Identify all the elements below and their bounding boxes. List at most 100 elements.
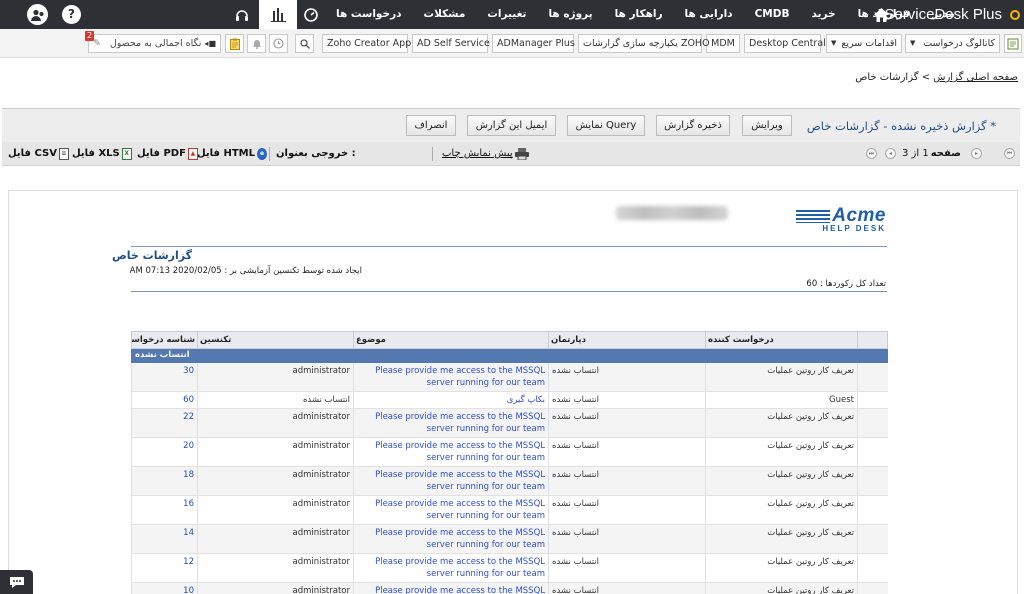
edit-button[interactable]: ویرایش xyxy=(742,115,792,136)
nav-assets[interactable]: دارایی ها xyxy=(674,0,744,29)
cell-blank xyxy=(857,495,888,525)
cell-subject[interactable]: Please provide me access to the MSSQL se… xyxy=(353,362,549,392)
table-row[interactable]: 30 administrator Please provide me access … xyxy=(131,362,888,392)
cell-department: انتساب نشده xyxy=(548,495,706,525)
table-row[interactable]: 14 administrator Please provide me access … xyxy=(131,524,888,554)
cell-subject[interactable]: Please provide me access to the MSSQL se… xyxy=(353,553,549,583)
next-page-icon[interactable]: ▸ xyxy=(971,148,982,159)
last-page-icon[interactable]: ⏭ xyxy=(866,148,877,159)
cell-department-text: انتساب نشده xyxy=(552,470,600,480)
export-pdf-button[interactable]: فایل PDF ▲ xyxy=(137,146,198,162)
ad-self-service-button[interactable]: AD Self Service xyxy=(412,34,490,53)
cell-department-text: انتساب نشده xyxy=(552,557,600,567)
cell-subject[interactable]: Please provide me access to the MSSQL se… xyxy=(353,437,549,467)
cell-department: انتساب نشده xyxy=(548,437,706,467)
quick-actions-label: اقدامات سریع xyxy=(841,38,897,49)
column-header-request-id[interactable]: شناسه درخواست xyxy=(131,331,198,349)
cell-request-id[interactable]: 12 xyxy=(131,553,198,583)
cell-technician: administrator xyxy=(197,466,354,496)
help-icon[interactable]: ? xyxy=(62,5,81,24)
print-preview-link[interactable]: پیش نمایش چاپ xyxy=(442,146,529,162)
product-overview-field[interactable]: ■◂ نگاه اجمالی به محصول ✎ xyxy=(88,34,221,53)
mdm-button[interactable]: MDM xyxy=(706,34,740,53)
table-row[interactable]: 12 administrator Please provide me access … xyxy=(131,553,888,583)
headset-icon[interactable] xyxy=(228,0,256,29)
cell-subject-text: Please provide me access to the MSSQL se… xyxy=(375,441,545,463)
column-header-technician[interactable]: تکنسین xyxy=(197,331,354,349)
save-report-button[interactable]: ذخیره گزارش xyxy=(656,115,730,136)
export-csv-button[interactable]: فایل CSV ≡ xyxy=(8,146,69,162)
cell-subject[interactable]: Please provide me access to the MSSQL se… xyxy=(353,582,549,594)
nav-changes[interactable]: تغییرات xyxy=(476,0,537,29)
nav-admin[interactable]: مدیر xyxy=(921,0,966,29)
video-camera-icon: ■◂ xyxy=(204,39,216,48)
cell-requester-text: Guest xyxy=(829,395,854,405)
cell-requester-text: تعریف کار روتین عملیات xyxy=(767,366,854,376)
search-icon[interactable] xyxy=(295,34,314,53)
first-page-icon[interactable]: ⏮ xyxy=(1004,148,1015,159)
clipboard-icon[interactable] xyxy=(225,34,244,53)
show-query-button[interactable]: نمایش Query xyxy=(567,115,645,136)
cell-request-id[interactable]: 30 xyxy=(131,362,198,392)
nav-projects[interactable]: پروژه ها xyxy=(537,0,603,29)
cell-blank xyxy=(857,362,888,392)
table-row[interactable]: 22 administrator Please provide me access … xyxy=(131,408,888,438)
cell-subject[interactable]: Please provide me access to the MSSQL se… xyxy=(353,466,549,496)
breadcrumb-reports-home-link[interactable]: صفحه اصلی گزارش xyxy=(933,72,1018,83)
cell-request-id[interactable]: 14 xyxy=(131,524,198,554)
cell-request-id-text: 16 xyxy=(183,499,194,509)
cell-request-id-text: 30 xyxy=(183,366,194,376)
admanager-plus-button[interactable]: ADManager Plus xyxy=(492,34,575,53)
cell-department: انتساب نشده xyxy=(548,466,706,496)
column-header-department[interactable]: دپارتمان xyxy=(548,331,706,349)
previous-page-icon[interactable]: ◂ xyxy=(885,148,896,159)
cell-requester-text: تعریف کار روتین عملیات xyxy=(767,557,854,567)
nav-solutions[interactable]: راهکار ها xyxy=(604,0,674,29)
nav-purchase[interactable]: خرید xyxy=(800,0,846,29)
zoho-creator-app-button[interactable]: Zoho Creator App xyxy=(322,34,411,53)
cell-technician-text: administrator xyxy=(292,470,351,480)
request-catalog-dropdown[interactable]: کاتالوگ درخواست ▼ xyxy=(905,34,1000,53)
export-html-button[interactable]: فایل HTML e xyxy=(197,146,267,162)
table-row[interactable]: 20 administrator Please provide me access … xyxy=(131,437,888,467)
cell-requester-text: تعریف کار روتین عملیات xyxy=(767,499,854,509)
quick-actions-dropdown[interactable]: اقدامات سریع ▼ xyxy=(826,34,902,53)
nav-contracts[interactable]: قرارداد ها xyxy=(847,0,921,29)
cell-subject[interactable]: Please provide me access to the MSSQL se… xyxy=(353,408,549,438)
export-html-label: فایل HTML xyxy=(197,148,255,159)
zoho-reports-integration-button[interactable]: یکپارچه سازی گزارشات ZOHO xyxy=(578,34,710,53)
table-row[interactable]: 16 administrator Please provide me access … xyxy=(131,495,888,525)
nav-cmdb[interactable]: CMDB xyxy=(744,0,801,29)
nav-problems[interactable]: مشکلات xyxy=(413,0,477,29)
cell-request-id[interactable]: 60 xyxy=(131,391,198,409)
table-row[interactable]: 10 administrator Please provide me access … xyxy=(131,582,888,594)
cell-request-id[interactable]: 16 xyxy=(131,495,198,525)
cell-subject[interactable]: Please provide me access to the MSSQL se… xyxy=(353,524,549,554)
service-catalog-icon[interactable] xyxy=(1004,34,1022,53)
export-xls-button[interactable]: فایل XLS X xyxy=(72,146,132,162)
chat-icon[interactable] xyxy=(0,570,33,594)
cell-request-id[interactable]: 10 xyxy=(131,582,198,594)
table-row[interactable]: 60 انتساب نشده بکاپ گیری انتساب نشده Guest xyxy=(131,391,888,409)
product-overview-label: نگاه اجمالی به محصول xyxy=(109,38,202,49)
cell-subject[interactable]: بکاپ گیری xyxy=(353,391,549,409)
column-header-requester[interactable]: درخواست کننده xyxy=(705,331,858,349)
notification-bell-icon[interactable] xyxy=(247,34,266,53)
cancel-button[interactable]: انصراف xyxy=(406,115,456,136)
email-report-button[interactable]: ایمیل این گزارش xyxy=(467,115,556,136)
user-profile-icon[interactable] xyxy=(27,4,48,25)
reports-tab-bar-chart-icon[interactable] xyxy=(259,0,297,29)
cell-request-id[interactable]: 20 xyxy=(131,437,198,467)
table-row[interactable]: 18 administrator Please provide me access … xyxy=(131,466,888,496)
dashboard-gauge-icon[interactable] xyxy=(297,0,325,29)
cell-request-id[interactable]: 22 xyxy=(131,408,198,438)
desktop-central-button[interactable]: Desktop Central xyxy=(744,34,826,53)
cell-request-id[interactable]: 18 xyxy=(131,466,198,496)
reminders-clock-icon[interactable] xyxy=(269,34,288,53)
nav-requests[interactable]: درخواست ها xyxy=(325,0,413,29)
column-header-subject[interactable]: موضوع xyxy=(353,331,549,349)
cell-blank xyxy=(857,437,888,467)
cell-technician: انتساب نشده xyxy=(197,391,354,409)
cell-requester: تعریف کار روتین عملیات xyxy=(705,524,858,554)
cell-subject[interactable]: Please provide me access to the MSSQL se… xyxy=(353,495,549,525)
